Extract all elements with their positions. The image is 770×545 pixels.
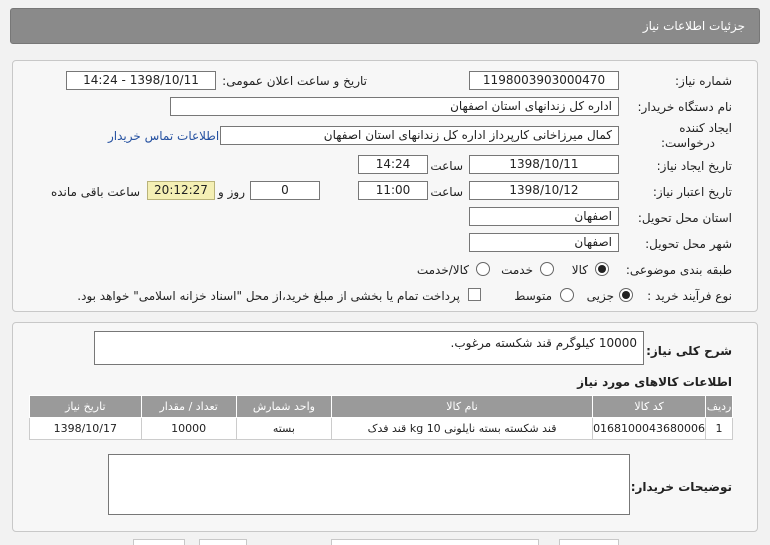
col-date: تاریخ نیاز: [29, 395, 142, 418]
bottom-button-4[interactable]: [559, 539, 619, 545]
cell-qty: 10000: [140, 417, 237, 440]
summary-label: شرح کلی نیاز:: [646, 344, 732, 358]
table-row[interactable]: 1 0168100043680006 قند شکسته بسته نایلون…: [29, 417, 733, 440]
city-label: شهر محل تحویل:: [645, 237, 732, 251]
need-number-label: شماره نیاز:: [675, 74, 732, 88]
category-service-radio[interactable]: [540, 262, 554, 276]
buyer-notes-label: توضیحات خریدار:: [630, 480, 732, 494]
page-header: جزئیات اطلاعات نیاز: [10, 8, 760, 44]
summary-field: 10000 کیلوگرم قند شکسته مرغوب.: [94, 331, 644, 365]
announce-field: 1398/10/11 - 14:24: [66, 71, 216, 90]
creator-label-line1: ایجاد کننده: [679, 121, 732, 135]
cell-code: 0168100043680006: [592, 417, 707, 440]
process-minor-radio[interactable]: [619, 288, 633, 302]
col-qty: تعداد / مقدار: [140, 395, 237, 418]
process-minor-label: جزیی: [586, 289, 614, 303]
category-goods-radio[interactable]: [595, 262, 609, 276]
cell-name: قند شکسته بسته نایلونی 10 kg قند فدک: [331, 417, 594, 440]
goods-table-header: ردیف کد کالا نام کالا واحد شمارش تعداد /…: [29, 395, 733, 418]
category-service-label: خدمت: [501, 263, 533, 277]
valid-time-label: ساعت: [430, 185, 463, 199]
city-field: اصفهان: [469, 233, 619, 252]
col-row: ردیف: [705, 395, 733, 418]
col-name: نام کالا: [331, 395, 594, 418]
remaining-label: ساعت باقی مانده: [50, 185, 140, 199]
buyer-org-label: نام دستگاه خریدار:: [637, 100, 733, 114]
cell-date: 1398/10/17: [29, 417, 142, 440]
create-time-label: ساعت: [430, 159, 463, 173]
remaining-timer: 20:12:27: [147, 181, 215, 200]
col-code: کد کالا: [592, 395, 707, 418]
treasury-payment-note: پرداخت تمام یا بخشی از مبلغ خرید،از محل …: [77, 289, 460, 303]
province-label: استان محل تحویل:: [637, 211, 732, 225]
buyer-org-field: اداره کل زندانهای استان اصفهان: [170, 97, 619, 116]
buyer-notes-field: [108, 454, 630, 515]
province-field: اصفهان: [469, 207, 619, 226]
process-label: نوع فرآیند خرید :: [647, 289, 732, 303]
bottom-button-3[interactable]: [331, 539, 539, 545]
announce-label: تاریخ و ساعت اعلان عمومی:: [222, 74, 367, 88]
category-both-radio[interactable]: [476, 262, 490, 276]
page-title: جزئیات اطلاعات نیاز: [642, 19, 745, 33]
create-date-field: 1398/10/11: [469, 155, 619, 174]
category-goods-label: کالا: [571, 263, 588, 277]
valid-date-label: تاریخ اعتبار نیاز:: [652, 185, 732, 199]
process-medium-label: متوسط: [514, 289, 552, 303]
goods-section-title: اطلاعات کالاهای مورد نیاز: [577, 375, 732, 389]
category-label: طبقه بندی موضوعی:: [625, 263, 732, 277]
create-date-label: تاریخ ایجاد نیاز:: [656, 159, 732, 173]
creator-label-line2: درخواست:: [661, 136, 715, 150]
create-time-field: 14:24: [358, 155, 428, 174]
days-field: 0: [250, 181, 320, 200]
creator-field: کمال میرزاخانی کارپرداز اداره کل زندانها…: [220, 126, 619, 145]
bottom-button-1[interactable]: [133, 539, 185, 545]
process-medium-radio[interactable]: [560, 288, 574, 302]
days-label: روز و: [218, 185, 245, 199]
buyer-contact-link[interactable]: اطلاعات تماس خریدار: [108, 129, 219, 143]
bottom-button-2[interactable]: [199, 539, 247, 545]
treasury-payment-checkbox[interactable]: [468, 288, 481, 301]
valid-time-field: 11:00: [358, 181, 428, 200]
valid-date-field: 1398/10/12: [469, 181, 619, 200]
need-number-field: 1198003903000470: [469, 71, 619, 90]
goods-table: ردیف کد کالا نام کالا واحد شمارش تعداد /…: [29, 395, 733, 440]
col-unit: واحد شمارش: [235, 395, 333, 418]
cell-row: 1: [705, 417, 733, 440]
category-both-label: کالا/خدمت: [416, 263, 469, 277]
cell-unit: بسته: [235, 417, 333, 440]
